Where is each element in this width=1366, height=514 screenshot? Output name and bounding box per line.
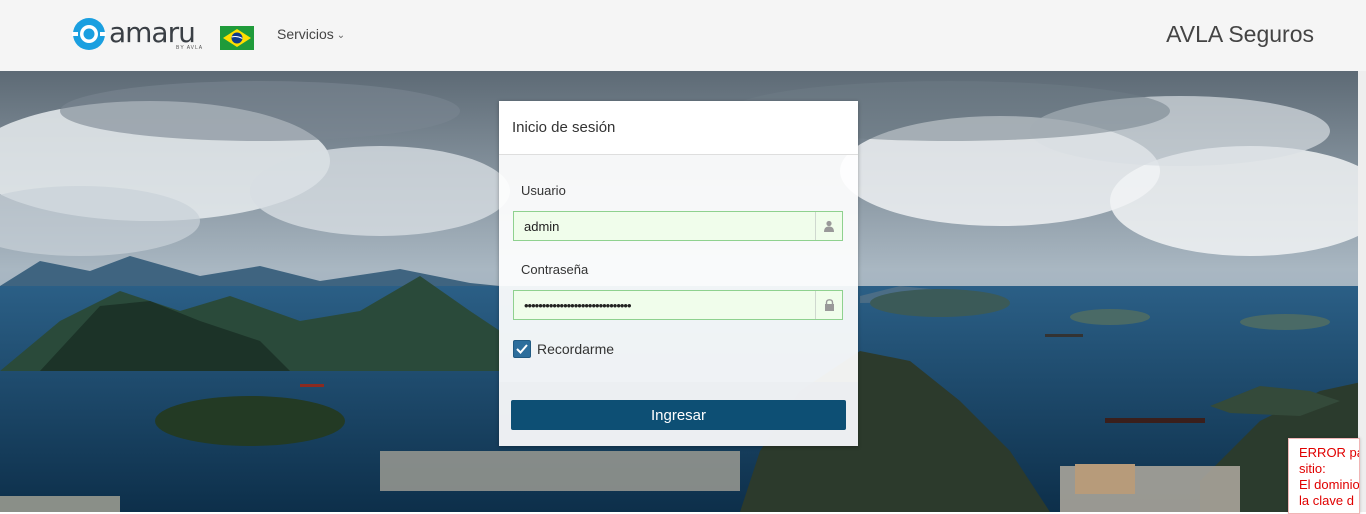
login-card-footer: Ingresar: [499, 382, 858, 446]
user-icon: [815, 212, 842, 240]
error-notification: ERROR pa sitio: El dominio la clave d: [1288, 438, 1360, 514]
username-label: Usuario: [521, 183, 566, 198]
lock-icon: [815, 291, 842, 319]
error-line-4: la clave d: [1299, 493, 1354, 508]
password-field-wrapper: [513, 290, 843, 320]
error-line-1: ERROR pa: [1299, 445, 1360, 460]
remember-me[interactable]: Recordarme: [513, 340, 614, 358]
error-line-3: El dominio: [1299, 477, 1360, 492]
login-card: Inicio de sesión Usuario Contraseña Reco…: [499, 101, 858, 446]
top-navbar: amaru BY AVLA Servicios ⌄ AVLA Seguros: [0, 0, 1366, 72]
remember-label: Recordarme: [537, 341, 615, 357]
password-input[interactable]: [514, 291, 829, 319]
logo-text: amaru: [109, 16, 196, 49]
error-line-2: sitio:: [1299, 461, 1326, 476]
remember-checkbox[interactable]: [513, 340, 531, 358]
servicios-label: Servicios: [277, 26, 334, 42]
brand-name: AVLA Seguros: [1166, 21, 1314, 47]
chevron-down-icon: ⌄: [336, 30, 346, 41]
login-submit-button[interactable]: Ingresar: [511, 400, 846, 430]
password-label: Contraseña: [521, 262, 589, 277]
login-title: Inicio de sesión: [499, 101, 858, 155]
checkmark-icon: [516, 344, 528, 354]
logo-subtext: BY AVLA: [176, 45, 204, 51]
username-input[interactable]: [514, 212, 829, 240]
amaru-logo-icon: [72, 18, 106, 50]
amaru-logo[interactable]: amaru BY AVLA: [72, 16, 202, 51]
brazil-flag-icon[interactable]: [220, 26, 254, 50]
servicios-menu[interactable]: Servicios ⌄: [277, 26, 345, 42]
username-field-wrapper: [513, 211, 843, 241]
